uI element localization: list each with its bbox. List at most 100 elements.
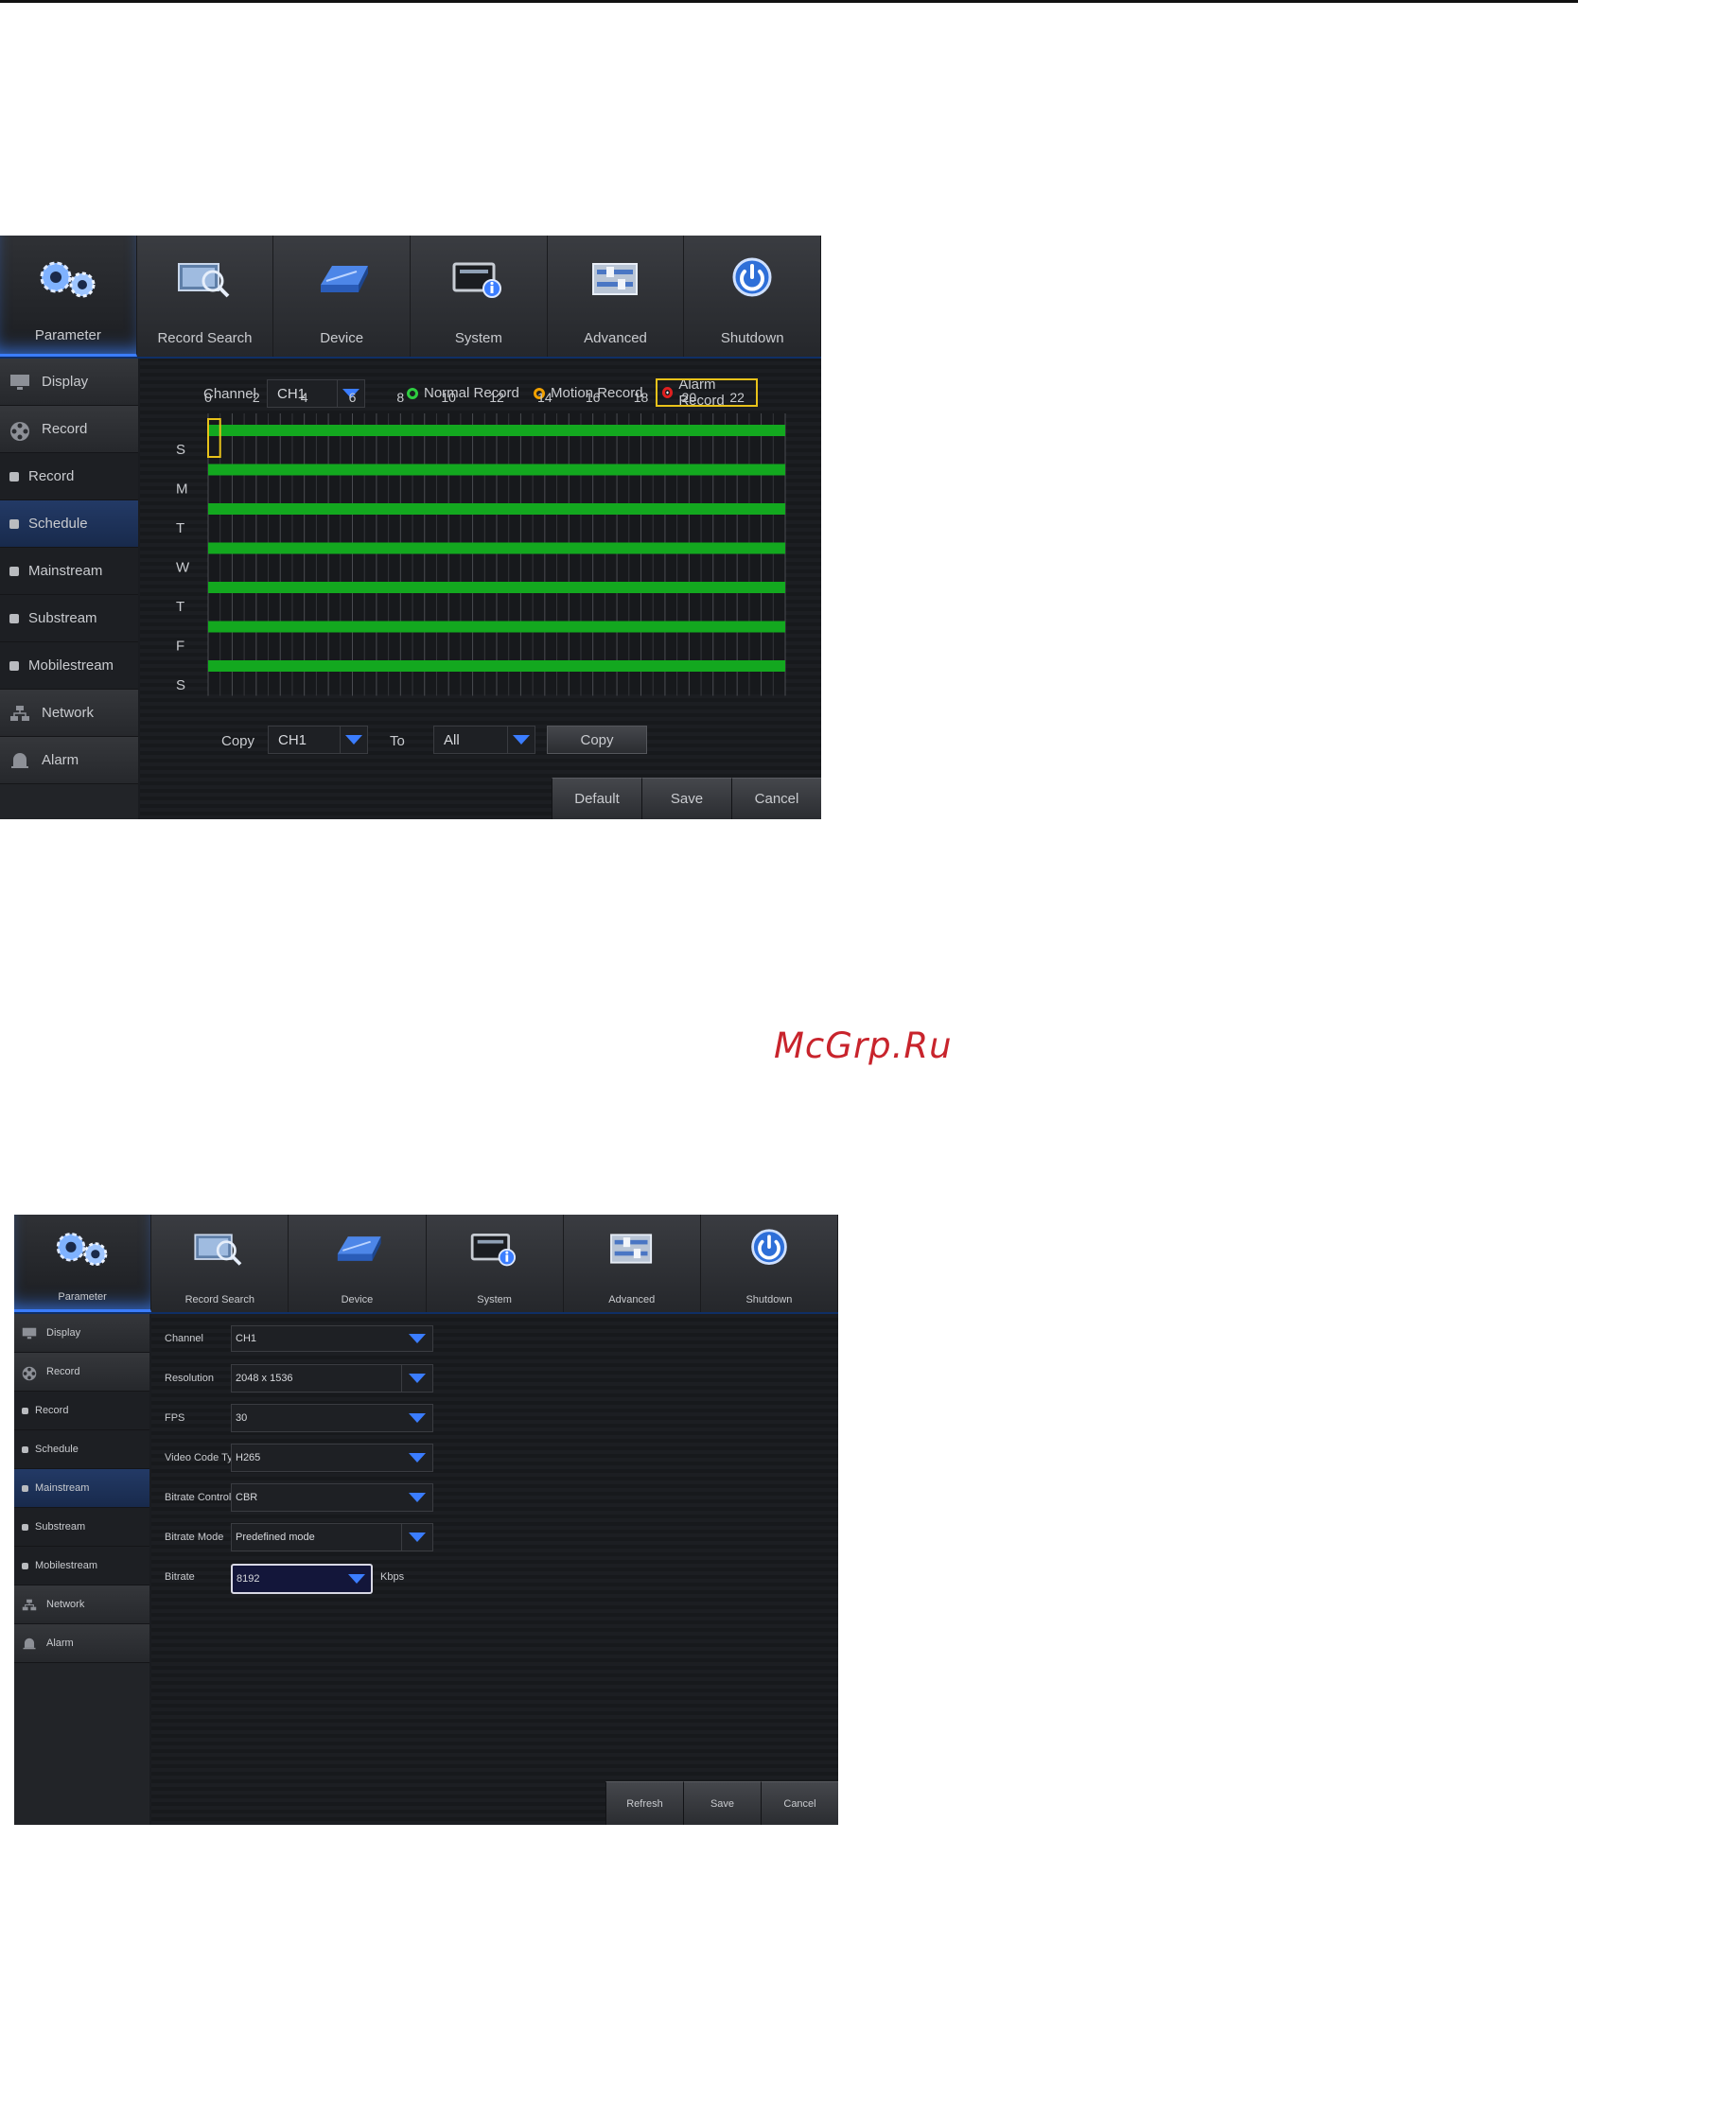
- cancel-button[interactable]: Cancel: [731, 778, 821, 819]
- sidebar-item-display[interactable]: Display: [14, 1314, 149, 1353]
- sidebar-item-record[interactable]: Record: [14, 1353, 149, 1392]
- tab-record-search[interactable]: Record Search: [137, 236, 274, 357]
- hour-tick-label: 22: [729, 390, 745, 405]
- sidebar-subitem-record[interactable]: Record: [14, 1392, 149, 1430]
- tab-parameter[interactable]: Parameter: [14, 1215, 152, 1312]
- mainstream-content: Channel CH1 Resolution 2048 x 1536 FPS 3…: [151, 1314, 838, 1825]
- sidebar-item-display[interactable]: Display: [0, 359, 138, 406]
- cancel-button[interactable]: Cancel: [761, 1781, 838, 1825]
- hour-tick-label: 2: [253, 390, 260, 405]
- sidebar-item-label: Mobilestream: [28, 657, 114, 674]
- tab-shutdown[interactable]: Shutdown: [684, 236, 821, 357]
- tab-advanced[interactable]: Advanced: [564, 1215, 701, 1312]
- sidebar-item-label: Record: [28, 468, 75, 484]
- monitor-icon: [9, 374, 30, 391]
- monitor-icon: [22, 1327, 37, 1340]
- sidebar-subitem-schedule[interactable]: Schedule: [0, 500, 138, 548]
- tab-parameter[interactable]: Parameter: [0, 236, 137, 357]
- sidebar-subitem-mobilestream[interactable]: Mobilestream: [0, 642, 138, 690]
- field-label: FPS: [165, 1412, 185, 1424]
- tab-label: Device: [341, 1294, 374, 1305]
- copy-to-value: All: [444, 731, 460, 748]
- chevron-down-icon: [401, 1524, 432, 1550]
- tab-record-search[interactable]: Record Search: [151, 1215, 289, 1312]
- network-icon: [22, 1599, 37, 1611]
- field-value: 8192: [237, 1573, 260, 1585]
- schedule-bar[interactable]: [208, 542, 785, 554]
- tab-device[interactable]: Device: [289, 1215, 427, 1312]
- sidebar-item-label: Mobilestream: [35, 1560, 98, 1571]
- alarm-bell-icon: [22, 1638, 37, 1650]
- sidebar-subitem-record[interactable]: Record: [0, 453, 138, 500]
- tab-label: Record Search: [157, 330, 253, 346]
- copy-button[interactable]: Copy: [547, 726, 647, 754]
- video-code-type-select[interactable]: H265: [231, 1444, 433, 1472]
- main-tab-bar: Parameter Record Search Device System Ad…: [0, 236, 821, 359]
- sidebar-item-label: Display: [46, 1327, 81, 1339]
- sidebar-subitem-schedule[interactable]: Schedule: [14, 1430, 149, 1469]
- hour-tick-label: 8: [396, 390, 404, 405]
- main-tab-bar: Parameter Record Search Device System Ad…: [14, 1215, 838, 1314]
- hour-tick-label: 14: [537, 390, 552, 405]
- save-button[interactable]: Save: [641, 778, 731, 819]
- schedule-bar[interactable]: [208, 582, 785, 593]
- default-button[interactable]: Default: [552, 778, 641, 819]
- schedule-bar[interactable]: [208, 621, 785, 633]
- tab-system[interactable]: System: [427, 1215, 564, 1312]
- hour-tick-label: 10: [441, 390, 456, 405]
- record-search-icon: [191, 1228, 248, 1274]
- tab-label: Parameter: [34, 327, 101, 343]
- schedule-bar[interactable]: [208, 660, 785, 672]
- sidebar-subitem-mainstream[interactable]: Mainstream: [0, 548, 138, 595]
- field-label: Bitrate Mode: [165, 1532, 224, 1543]
- save-button[interactable]: Save: [683, 1781, 761, 1825]
- copy-to-select[interactable]: All: [433, 726, 535, 754]
- sidebar-item-alarm[interactable]: Alarm: [0, 737, 138, 784]
- tab-device[interactable]: Device: [273, 236, 412, 357]
- button-label: Save: [670, 791, 704, 807]
- bullet-icon: [22, 1445, 28, 1453]
- day-label: T: [176, 599, 184, 615]
- schedule-bar[interactable]: [208, 503, 785, 515]
- schedule-bar[interactable]: [208, 464, 785, 476]
- bitrate-select[interactable]: 8192: [231, 1564, 373, 1594]
- sidebar-item-network[interactable]: Network: [14, 1585, 149, 1624]
- hour-tick-label: 18: [634, 390, 649, 405]
- tab-shutdown[interactable]: Shutdown: [701, 1215, 838, 1312]
- sidebar-subitem-substream[interactable]: Substream: [14, 1508, 149, 1547]
- sidebar-item-label: Network: [46, 1599, 85, 1610]
- sidebar-subitem-mobilestream[interactable]: Mobilestream: [14, 1547, 149, 1585]
- bullet-icon: [9, 613, 19, 623]
- schedule-bar[interactable]: [208, 425, 785, 436]
- copy-from-select[interactable]: CH1: [268, 726, 368, 754]
- bitrate-mode-select[interactable]: Predefined mode: [231, 1523, 433, 1551]
- fps-select[interactable]: 30: [231, 1404, 433, 1432]
- power-icon: [741, 1228, 798, 1274]
- sidebar-subitem-substream[interactable]: Substream: [0, 595, 138, 642]
- sidebar-item-network[interactable]: Network: [0, 690, 138, 737]
- system-info-icon: [448, 256, 509, 307]
- button-label: Cancel: [754, 791, 799, 807]
- gears-icon: [33, 256, 103, 310]
- sidebar-menu: Display Record Record Schedule Mainstrea…: [0, 359, 138, 819]
- sidebar-subitem-mainstream[interactable]: Mainstream: [14, 1469, 149, 1508]
- bullet-icon: [9, 660, 19, 671]
- copy-label: Copy: [221, 733, 255, 749]
- tab-label: Device: [320, 330, 364, 346]
- tab-advanced[interactable]: Advanced: [548, 236, 685, 357]
- sidebar-item-label: Network: [42, 705, 95, 721]
- tab-label: Parameter: [58, 1291, 107, 1303]
- field-value: CH1: [236, 1333, 257, 1344]
- hour-tick-label: 4: [301, 390, 308, 405]
- button-label: Refresh: [626, 1797, 663, 1810]
- sidebar-item-alarm[interactable]: Alarm: [14, 1624, 149, 1663]
- schedule-grid[interactable]: 0 2 4 6 8 10 12 14 16 18 20 22 S M T W T F S: [140, 359, 821, 727]
- bullet-icon: [22, 1484, 28, 1492]
- refresh-button[interactable]: Refresh: [605, 1781, 683, 1825]
- channel-select[interactable]: CH1: [231, 1325, 433, 1352]
- day-label: S: [176, 677, 185, 693]
- bitrate-control-select[interactable]: CBR: [231, 1483, 433, 1512]
- sidebar-item-record[interactable]: Record: [0, 406, 138, 453]
- tab-system[interactable]: System: [411, 236, 548, 357]
- resolution-select[interactable]: 2048 x 1536: [231, 1364, 433, 1393]
